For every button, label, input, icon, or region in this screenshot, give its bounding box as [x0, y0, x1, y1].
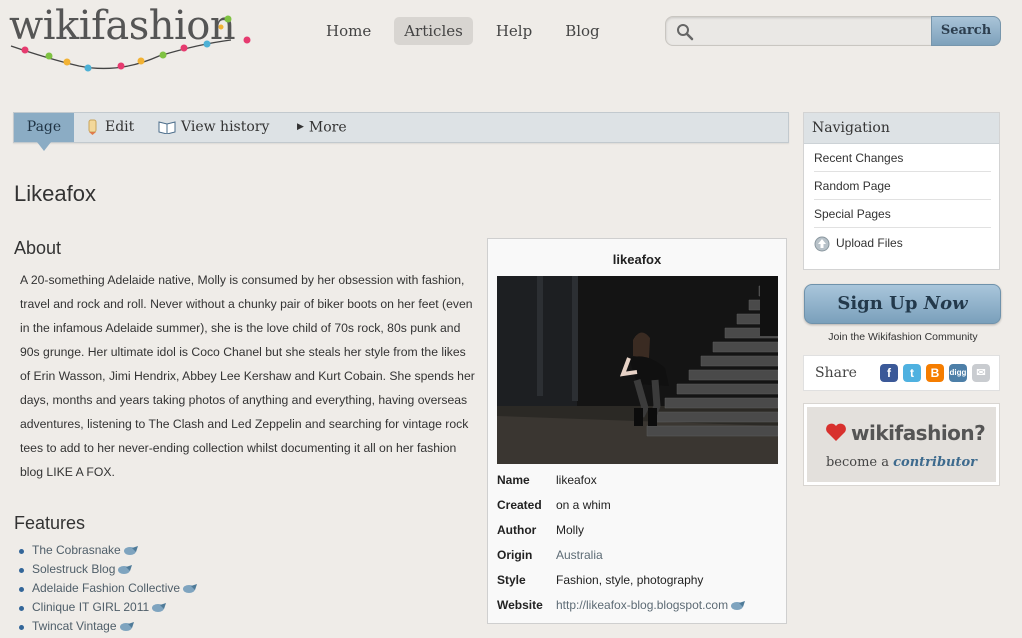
facebook-icon[interactable]: f — [880, 364, 898, 382]
sidebar-item-upload-files[interactable]: Upload Files — [814, 228, 991, 256]
navigation-heading: Navigation — [804, 113, 999, 144]
tab-page[interactable]: Page — [14, 113, 74, 151]
list-item[interactable]: Clinique IT GIRL 2011 — [18, 598, 198, 617]
share-icons: f t B digg ✉ — [880, 364, 995, 382]
contributor-banner[interactable]: wikifashion? become a contributor — [803, 403, 1000, 486]
triangle-right-icon: ▶ — [297, 122, 304, 132]
infobox: likeafox Name likeafox Created on a whim… — [487, 238, 787, 624]
nav-blog[interactable]: Blog — [555, 17, 609, 45]
contributor-link[interactable]: contributor — [893, 455, 977, 470]
tab-edit-label: Edit — [105, 119, 135, 135]
tab-view-history[interactable]: View history — [158, 113, 269, 142]
sidebar-item-random-page[interactable]: Random Page — [814, 172, 991, 200]
page-title: Likeafox — [14, 181, 96, 206]
blogger-icon[interactable]: B — [926, 364, 944, 382]
features-heading: Features — [14, 513, 86, 533]
about-paragraph: A 20-something Adelaide native, Molly is… — [20, 273, 475, 479]
contributor-banner-inner: wikifashion? become a contributor — [807, 407, 996, 482]
about-heading: About — [14, 238, 62, 258]
features-list: The Cobrasnake Solestruck Blog Adelaide … — [18, 541, 198, 636]
list-item[interactable]: Twincat Vintage — [18, 617, 198, 636]
digg-icon[interactable]: digg — [949, 364, 967, 382]
photo-illustration — [497, 276, 778, 464]
list-item[interactable]: The Cobrasnake — [18, 541, 198, 560]
search-box: Search — [665, 16, 1001, 46]
main-nav: Home Articles Help Blog — [316, 17, 623, 45]
external-link-icon — [183, 583, 198, 593]
tab-history-label: View history — [181, 119, 270, 135]
twitter-icon[interactable]: t — [903, 364, 921, 382]
email-icon[interactable]: ✉ — [972, 364, 990, 382]
pencil-icon — [88, 119, 97, 135]
navigation-box: Navigation Recent Changes Random Page Sp… — [803, 112, 1000, 270]
nav-articles[interactable]: Articles — [394, 17, 473, 45]
contributor-title: wikifashion? — [825, 421, 986, 445]
book-icon — [158, 121, 176, 134]
logo-beads-graphic — [10, 15, 251, 72]
list-item[interactable]: Adelaide Fashion Collective — [18, 579, 198, 598]
external-link-icon — [731, 600, 746, 610]
search-input[interactable] — [700, 20, 930, 42]
tab-more-label: More — [308, 119, 347, 136]
heart-icon — [826, 423, 846, 441]
share-box: Share f t B digg ✉ — [803, 355, 1000, 391]
navigation-list: Recent Changes Random Page Special Pages… — [804, 144, 999, 256]
external-link-icon — [119, 621, 134, 631]
sidebar-item-special-pages[interactable]: Special Pages — [814, 200, 991, 228]
sidebar-item-recent-changes[interactable]: Recent Changes — [814, 144, 991, 172]
upload-icon — [814, 236, 830, 252]
contributor-subtitle: become a contributor — [825, 455, 978, 470]
signup-button[interactable]: Sign Up Now — [804, 284, 1001, 324]
external-link-icon — [118, 564, 133, 574]
infobox-title: likeafox — [612, 252, 662, 267]
tab-edit[interactable]: Edit — [86, 113, 134, 142]
tab-more[interactable]: ▶ More — [297, 113, 347, 142]
join-community-text: Join the Wikifashion Community — [828, 331, 978, 343]
nav-home[interactable]: Home — [316, 17, 381, 45]
nav-help[interactable]: Help — [486, 17, 542, 45]
profile-photo — [497, 276, 778, 464]
site-logo[interactable]: wikifashion — [9, 4, 259, 74]
search-icon — [677, 24, 694, 41]
external-link-icon — [123, 545, 138, 555]
external-link-icon — [152, 602, 167, 612]
share-label: Share — [815, 365, 857, 381]
page-tabs: Page Edit View history ▶ More — [13, 112, 789, 151]
search-button[interactable]: Search — [931, 16, 1001, 46]
origin-link[interactable]: Australia — [556, 548, 603, 562]
list-item[interactable]: Solestruck Blog — [18, 560, 198, 579]
website-link[interactable]: http://likeafox-blog.blogspot.com — [556, 598, 746, 612]
